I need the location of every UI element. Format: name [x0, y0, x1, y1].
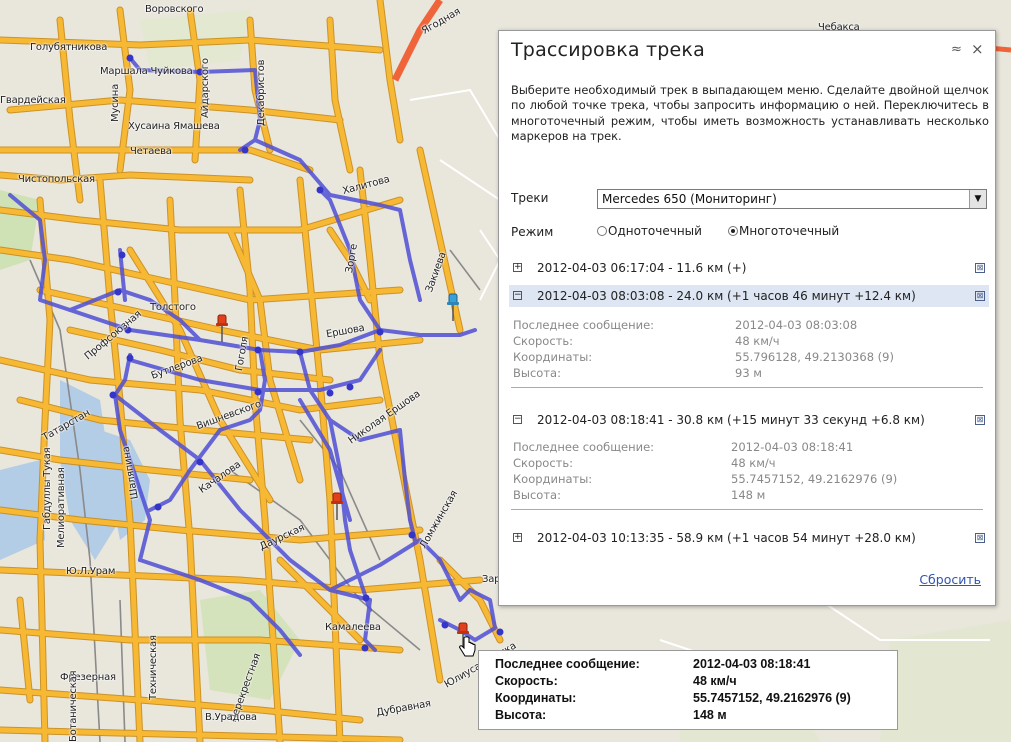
street-label: Декабристов	[256, 59, 267, 126]
street-label: Воровского	[145, 4, 204, 15]
street-label: Чистопольская	[18, 174, 95, 185]
street-label: Толстого	[150, 302, 196, 313]
delete-icon[interactable]: ⊠	[975, 533, 985, 543]
track-segment-row[interactable]: − 2012-04-03 08:03:08 - 24.0 км (+1 часо…	[509, 285, 989, 307]
red-pushpin-icon[interactable]	[330, 490, 344, 520]
tooltip-label: Скорость:	[495, 674, 558, 688]
segment-label: 2012-04-03 08:18:41 - 30.8 км (+15 минут…	[537, 413, 925, 427]
track-segment-row[interactable]: + 2012-04-03 06:17:04 - 11.6 км (+) ⊠	[509, 257, 989, 279]
track-select[interactable]: Mercedes 650 (Мониторинг) ▼	[597, 189, 987, 209]
mode-single-label: Одноточечный	[608, 224, 702, 238]
street-label: Мусина	[110, 83, 121, 122]
tracks-label: Треки	[511, 191, 549, 205]
street-label: В.Урадова	[205, 712, 257, 723]
expand-icon[interactable]: +	[513, 533, 522, 542]
blue-pushpin-icon[interactable]	[446, 291, 460, 321]
delete-icon[interactable]: ⊠	[975, 291, 985, 301]
track-segment-row[interactable]: + 2012-04-03 10:13:35 - 58.9 км (+1 часо…	[509, 527, 989, 549]
detail-value: 2012-04-03 08:18:41	[731, 440, 854, 454]
mode-multi-label: Многоточечный	[739, 224, 840, 238]
street-label: Хусаина Ямашева	[128, 121, 220, 132]
tooltip-label: Последнее сообщение:	[495, 657, 640, 671]
collapse-icon[interactable]: ≈	[951, 42, 962, 57]
street-label: Ю.Л.Урам	[66, 566, 116, 577]
track-segment-row[interactable]: − 2012-04-03 08:18:41 - 30.8 км (+15 мин…	[509, 409, 989, 431]
mode-multi-radio[interactable]: Многоточечный	[728, 224, 839, 238]
detail-label: Координаты:	[513, 350, 593, 364]
street-label: Голубятникова	[30, 42, 108, 53]
segment-label: 2012-04-03 10:13:35 - 58.9 км (+1 часов …	[537, 531, 916, 545]
tooltip-label: Высота:	[495, 708, 547, 722]
detail-label: Скорость:	[513, 456, 574, 470]
detail-label: Последнее сообщение:	[513, 440, 655, 454]
radio-icon[interactable]	[597, 226, 607, 236]
detail-label: Последнее сообщение:	[513, 318, 655, 332]
hand-cursor-icon	[459, 636, 476, 657]
panel-title: Трассировка трека	[511, 39, 705, 61]
divider	[511, 509, 983, 510]
street-label: Габдуллы Тукая	[42, 447, 53, 531]
close-icon[interactable]: ×	[971, 40, 984, 58]
tooltip-label: Координаты:	[495, 691, 577, 705]
panel-description: Выберите необходимый трек в выпадающем м…	[511, 83, 989, 144]
detail-label: Координаты:	[513, 472, 593, 486]
detail-value: 2012-04-03 08:03:08	[735, 318, 858, 332]
expand-icon[interactable]: +	[513, 263, 522, 272]
mode-single-radio[interactable]: Одноточечный	[597, 224, 702, 238]
delete-icon[interactable]: ⊠	[975, 263, 985, 273]
street-label: Техническая	[148, 635, 159, 700]
detail-label: Высота:	[513, 366, 561, 380]
detail-value: 55.7457152, 49.2162976 (9)	[731, 472, 898, 486]
detail-value: 48 км/ч	[735, 334, 780, 348]
radio-checked-icon[interactable]	[728, 226, 738, 236]
tooltip-value: 55.7457152, 49.2162976 (9)	[693, 691, 851, 705]
red-pushpin-icon[interactable]	[215, 312, 229, 342]
street-label: Четаева	[130, 146, 172, 157]
detail-value: 93 м	[735, 366, 762, 380]
tooltip-value: 2012-04-03 08:18:41	[693, 657, 811, 671]
street-label: Мелиоративная	[56, 467, 67, 548]
track-tracing-panel: Трассировка трека ≈ × Выберите необходим…	[498, 30, 996, 606]
street-label: Маршала Чуйкова	[100, 66, 193, 77]
detail-label: Скорость:	[513, 334, 574, 348]
reset-link[interactable]: Сбросить	[919, 572, 981, 587]
street-label: Гвардейская	[0, 95, 66, 106]
street-label: Ботаническая	[68, 670, 79, 742]
detail-value: 55.796128, 49.2130368 (9)	[735, 350, 894, 364]
divider	[511, 387, 983, 388]
detail-value: 148 м	[731, 488, 766, 502]
segment-label: 2012-04-03 08:03:08 - 24.0 км (+1 часов …	[537, 289, 916, 303]
point-info-tooltip: Последнее сообщение: 2012-04-03 08:18:41…	[478, 650, 898, 730]
segment-label: 2012-04-03 06:17:04 - 11.6 км (+)	[537, 261, 747, 275]
detail-label: Высота:	[513, 488, 561, 502]
tooltip-value: 148 м	[693, 708, 727, 722]
detail-value: 48 км/ч	[731, 456, 776, 470]
mode-label: Режим	[511, 225, 554, 239]
street-label: Айдарского	[200, 58, 211, 118]
street-label: Камалеева	[325, 622, 381, 633]
delete-icon[interactable]: ⊠	[975, 415, 985, 425]
dropdown-arrow-icon[interactable]: ▼	[969, 190, 986, 208]
track-select-value: Mercedes 650 (Мониторинг)	[602, 192, 777, 206]
collapse-segment-icon[interactable]: −	[513, 291, 522, 300]
collapse-segment-icon[interactable]: −	[513, 415, 522, 424]
tooltip-value: 48 км/ч	[693, 674, 737, 688]
